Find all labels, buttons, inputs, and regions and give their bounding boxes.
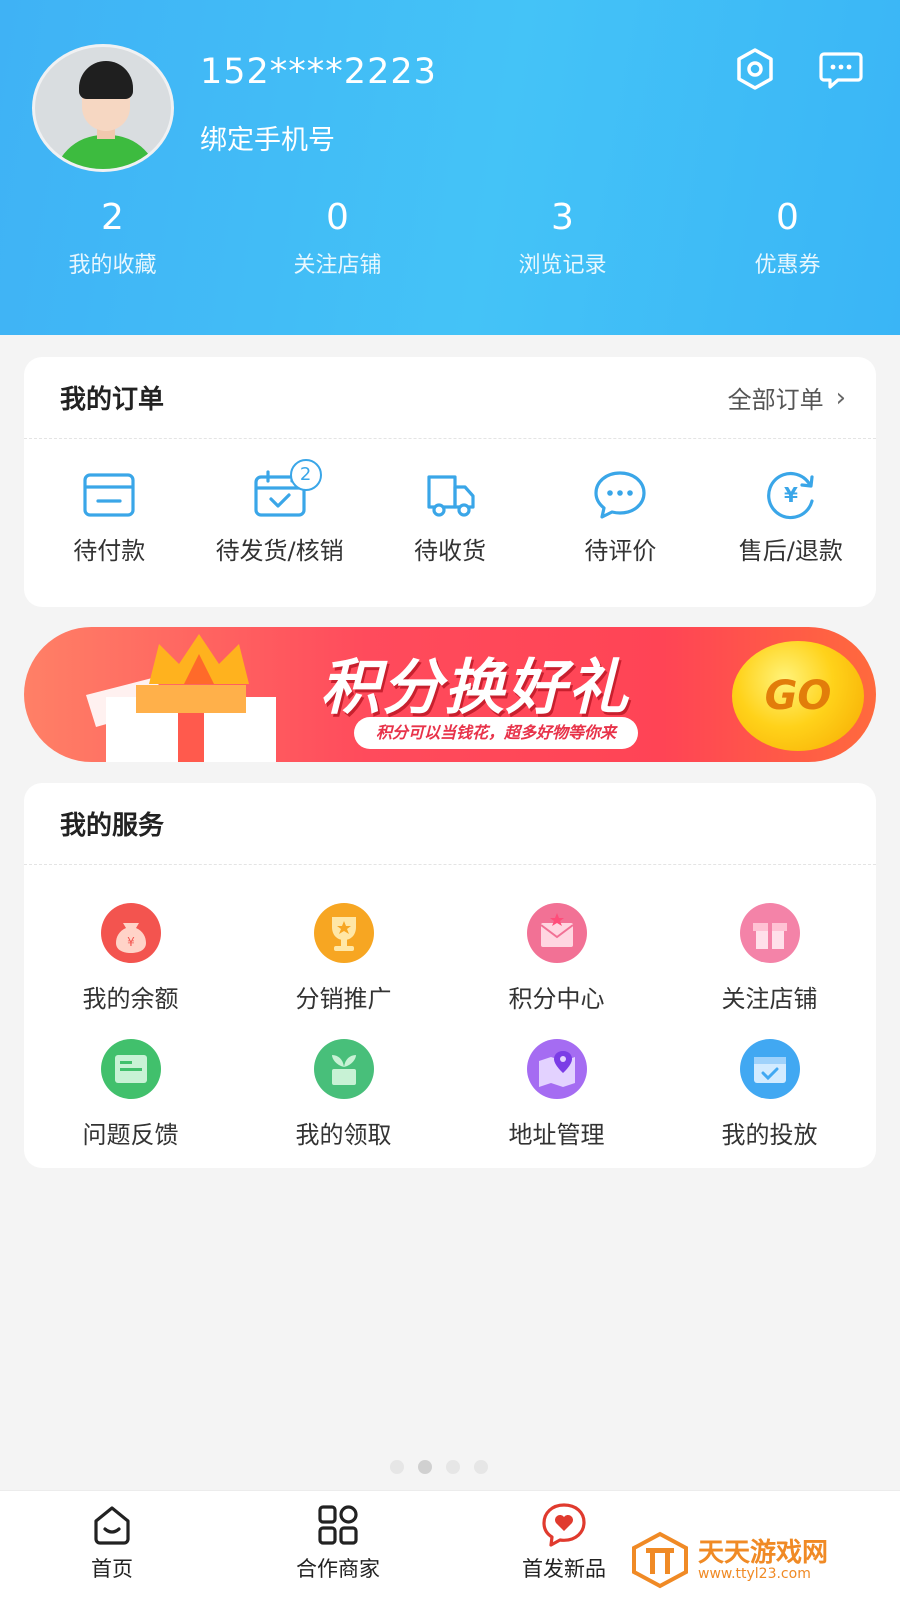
- orders-header: 我的订单 全部订单 ›: [24, 357, 876, 439]
- stat-favorites[interactable]: 2 我的收藏: [0, 195, 225, 295]
- order-after-sales[interactable]: ¥ 售后/退款: [706, 469, 876, 566]
- nav-new-products[interactable]: 首发新品: [494, 1501, 634, 1583]
- service-label: 分销推广: [295, 985, 392, 1013]
- money-bag-icon: ¥: [99, 901, 163, 965]
- nav-new-label: 首发新品: [522, 1557, 606, 1581]
- stat-label: 我的收藏: [68, 253, 157, 278]
- site-watermark: 天天游戏网 www.ttyl23.com: [630, 1530, 900, 1590]
- watermark-url: www.ttyl23.com: [698, 1566, 811, 1582]
- svg-text:¥: ¥: [127, 935, 135, 949]
- page-dot-active: [418, 1460, 432, 1474]
- stat-history[interactable]: 3 浏览记录: [450, 195, 675, 295]
- page-dot: [474, 1460, 488, 1474]
- stat-coupons[interactable]: 0 优惠券: [675, 195, 900, 295]
- order-pending-shipment[interactable]: 2 待发货/核销: [194, 459, 364, 566]
- service-label: 积分中心: [508, 985, 605, 1013]
- service-balance[interactable]: ¥ 我的余额: [24, 887, 237, 1023]
- orders-row: 待付款 2 待发货/核销 待收货 待评价 ¥ 售后/退款: [24, 439, 876, 566]
- user-phone: 152****2223: [200, 52, 437, 92]
- trophy-icon: [312, 901, 376, 965]
- go-button[interactable]: GO: [732, 641, 864, 751]
- svg-text:¥: ¥: [784, 483, 798, 507]
- orders-title: 我的订单: [60, 385, 165, 415]
- bind-phone-link[interactable]: 绑定手机号: [200, 118, 335, 157]
- service-points[interactable]: 积分中心: [450, 887, 663, 1023]
- stat-value: 3: [551, 197, 574, 238]
- chevron-right-icon: ›: [835, 382, 846, 413]
- page-dot: [446, 1460, 460, 1474]
- service-address[interactable]: 地址管理: [450, 1023, 663, 1159]
- all-orders-label: 全部订单: [727, 386, 824, 414]
- watermark-logo-icon: [632, 1531, 688, 1589]
- order-label: 待发货/核销: [215, 537, 344, 565]
- banner-subtitle: 积分可以当钱花，超多好物等你来: [354, 717, 639, 749]
- service-label: 我的领取: [295, 1121, 392, 1149]
- settings-icon[interactable]: [732, 46, 778, 92]
- envelope-star-icon: [525, 901, 589, 965]
- message-icon[interactable]: [818, 46, 864, 92]
- order-pending-review[interactable]: 待评价: [535, 469, 705, 566]
- nav-partners[interactable]: 合作商家: [268, 1501, 408, 1583]
- service-label: 问题反馈: [82, 1121, 179, 1149]
- service-my-placements[interactable]: 我的投放: [663, 1023, 876, 1159]
- stat-label: 关注店铺: [293, 253, 382, 278]
- nav-home[interactable]: 首页: [42, 1501, 182, 1583]
- stat-value: 2: [101, 197, 124, 238]
- banner-title: 积分换好礼: [320, 653, 630, 723]
- map-pin-icon: [525, 1037, 589, 1101]
- service-label: 我的余额: [82, 985, 179, 1013]
- crown-icon: [149, 634, 249, 684]
- wallet-icon: [83, 473, 135, 517]
- service-my-claims[interactable]: 我的领取: [237, 1023, 450, 1159]
- truck-icon: [427, 475, 475, 517]
- stat-followed-shops[interactable]: 0 关注店铺: [225, 195, 450, 295]
- sprout-box-icon: [312, 1037, 376, 1101]
- stat-label: 浏览记录: [518, 253, 607, 278]
- points-promo-banner[interactable]: 积分换好礼 积分可以当钱花，超多好物等你来 GO: [24, 627, 876, 762]
- gift-shop-icon: [738, 901, 802, 965]
- service-label: 我的投放: [721, 1121, 818, 1149]
- home-icon: [94, 1506, 130, 1545]
- stat-label: 优惠券: [754, 253, 821, 278]
- yuan-refund-icon: ¥: [766, 471, 814, 520]
- nav-partners-label: 合作商家: [296, 1557, 380, 1581]
- stats-row: 2 我的收藏 0 关注店铺 3 浏览记录 0 优惠券: [0, 195, 900, 295]
- order-label: 待付款: [73, 537, 146, 565]
- all-orders-link[interactable]: 全部订单 ›: [728, 380, 846, 415]
- page-indicator: [390, 1460, 488, 1474]
- chat-bubble-icon: [594, 471, 647, 519]
- stat-value: 0: [776, 197, 799, 238]
- grid-icon: [318, 1505, 358, 1545]
- order-count-badge: 2: [289, 459, 322, 491]
- order-pending-payment[interactable]: 待付款: [24, 469, 194, 566]
- service-distribution[interactable]: 分销推广: [237, 887, 450, 1023]
- service-label: 地址管理: [508, 1121, 605, 1149]
- stat-value: 0: [326, 197, 349, 238]
- orders-card: 我的订单 全部订单 › 待付款 2 待发货/核销 待收货 待评价 ¥ 售后/退款: [24, 357, 876, 607]
- order-label: 待评价: [584, 537, 657, 565]
- calendar-icon: [738, 1037, 802, 1101]
- avatar[interactable]: [32, 44, 174, 172]
- services-title: 我的服务: [60, 811, 165, 841]
- service-label: 关注店铺: [721, 985, 818, 1013]
- service-followed-shops[interactable]: 关注店铺: [663, 887, 876, 1023]
- watermark-name: 天天游戏网: [698, 1538, 829, 1568]
- services-grid: ¥ 我的余额 分销推广 积分中心 关注店铺 问题反馈 我的领取 地址管理 我的投…: [24, 865, 876, 1159]
- order-label: 待收货: [414, 537, 487, 565]
- heart-bubble-icon: [542, 1503, 586, 1547]
- feedback-card-icon: [99, 1037, 163, 1101]
- nav-home-label: 首页: [91, 1557, 133, 1581]
- order-pending-receipt[interactable]: 待收货: [365, 469, 535, 566]
- profile-header: 152****2223 绑定手机号 2 我的收藏 0 关注店铺 3 浏览记录 0…: [0, 0, 900, 335]
- services-header: 我的服务: [24, 783, 876, 865]
- order-label: 售后/退款: [738, 537, 843, 565]
- service-feedback[interactable]: 问题反馈: [24, 1023, 237, 1159]
- services-card: 我的服务 ¥ 我的余额 分销推广 积分中心 关注店铺 问题反馈 我的领取 地址管…: [24, 783, 876, 1168]
- page-dot: [390, 1460, 404, 1474]
